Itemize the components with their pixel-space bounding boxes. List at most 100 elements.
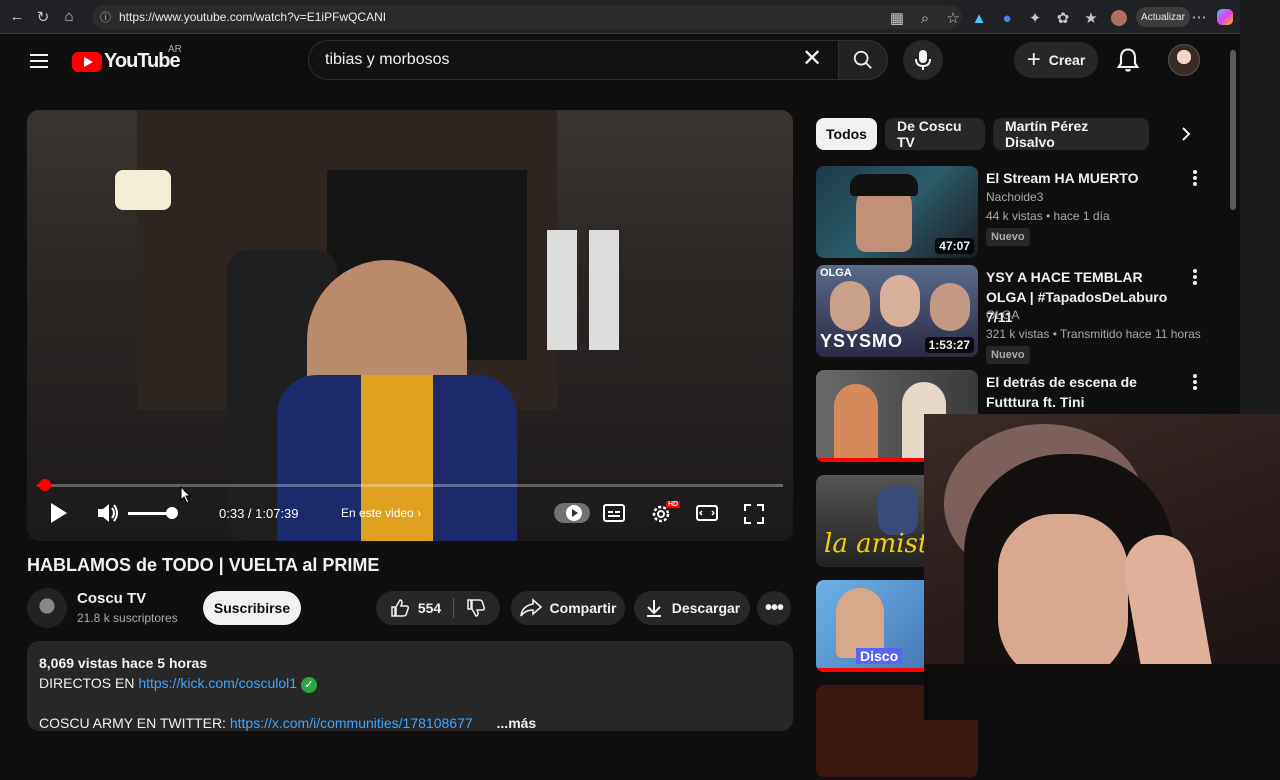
subtitles-button[interactable] <box>603 503 625 528</box>
video-player[interactable] <box>27 110 793 541</box>
clear-search-icon[interactable]: ✕ <box>798 44 826 74</box>
update-button[interactable]: Actualizar <box>1136 7 1190 27</box>
microphone-icon <box>915 50 931 70</box>
address-bar[interactable]: ⓘ https://www.youtube.com/watch?v=E1iPFw… <box>92 5 962 29</box>
back-icon[interactable]: ← <box>4 4 30 30</box>
show-more-link[interactable]: ...más <box>497 715 537 731</box>
chip-de-coscu-tv[interactable]: De Coscu TV <box>885 118 985 150</box>
zoom-icon[interactable]: ⌕ <box>912 5 938 31</box>
theater-mode-button[interactable] <box>696 503 718 528</box>
menu-icon[interactable] <box>30 50 48 72</box>
thumbnail-text: la amist <box>824 529 929 559</box>
description-line: COSCU ARMY EN TWITTER: https://x.com/i/c… <box>39 713 781 733</box>
thumbnail-cap <box>850 174 918 196</box>
chapters-button[interactable]: En este video › <box>341 506 421 520</box>
recommendation-item[interactable]: 47:07 El Stream HA MUERTO Nachoide3 44 k… <box>816 166 1212 261</box>
page-scrollbar[interactable] <box>1230 50 1236 210</box>
more-vertical-icon[interactable] <box>1190 168 1200 188</box>
thumbs-down-icon <box>467 599 486 617</box>
channel-avatar[interactable] <box>27 588 67 628</box>
progress-scrubber[interactable] <box>38 479 51 491</box>
account-avatar[interactable] <box>1168 44 1200 76</box>
settings-button[interactable]: HD <box>650 501 681 530</box>
channel-name[interactable]: Coscu TV <box>77 590 146 607</box>
like-button[interactable]: 554 <box>390 598 455 618</box>
rec-channel[interactable]: OLGA <box>986 308 1019 322</box>
download-label: Descargar <box>671 600 741 616</box>
more-vertical-icon[interactable] <box>1190 267 1200 287</box>
favorites-icon[interactable]: ★ <box>1078 5 1104 31</box>
subscribe-button[interactable]: Suscribirse <box>203 591 301 625</box>
twitter-link[interactable]: https://x.com/i/communities/178108677 <box>230 715 473 731</box>
like-dislike-group: 554 <box>376 591 500 625</box>
mute-button[interactable] <box>97 502 121 529</box>
youtube-logo-icon[interactable] <box>72 52 102 72</box>
more-vertical-icon[interactable] <box>1190 372 1200 392</box>
subscriber-count: 21.8 k suscriptores <box>77 611 178 625</box>
search-button[interactable] <box>838 40 888 80</box>
description-text: COSCU ARMY EN TWITTER: <box>39 715 230 731</box>
dislike-button[interactable] <box>454 598 486 618</box>
duration-badge: 1:53:27 <box>924 337 974 353</box>
search-input[interactable]: tibias y morbosos <box>308 40 838 80</box>
background-speaker <box>547 230 577 350</box>
chevron-right-icon[interactable] <box>1170 118 1202 150</box>
create-button[interactable]: + Crear <box>1014 42 1098 78</box>
rec-channel[interactable]: Nachoide3 <box>986 190 1043 204</box>
thumbnail-person <box>930 283 970 331</box>
rec-title[interactable]: El detrás de escena de Futttura ft. Tini <box>986 372 1186 412</box>
recommendation-item[interactable]: OLGA YSYSMO 1:53:27 YSY A HACE TEMBLAR O… <box>816 265 1212 364</box>
favorite-star-icon[interactable]: ☆ <box>940 5 966 31</box>
volume-knob[interactable] <box>166 507 178 519</box>
more-menu-icon[interactable]: ⋯ <box>1186 4 1212 30</box>
description-box[interactable]: 8,069 vistas hace 5 horas DIRECTOS EN ht… <box>27 641 793 731</box>
download-icon <box>646 600 661 617</box>
time-display: 0:33 / 1:07:39 <box>219 506 299 521</box>
copilot-icon[interactable] <box>1212 4 1238 30</box>
more-actions-button[interactable]: ••• <box>757 591 791 625</box>
chevron-right-icon: › <box>417 506 422 520</box>
volume-icon <box>98 504 118 522</box>
background-speaker <box>589 230 619 350</box>
url-text: https://www.youtube.com/watch?v=E1iPFwQC… <box>119 10 387 24</box>
video-thumbnail[interactable]: 47:07 <box>816 166 978 258</box>
thumbnail-tag: OLGA <box>820 267 852 279</box>
search-input-value: tibias y morbosos <box>325 51 450 68</box>
thumbnail-person <box>878 485 918 535</box>
fullscreen-icon <box>744 504 764 524</box>
region-code: AR <box>168 44 182 55</box>
extension-icon[interactable]: ▲ <box>966 5 992 31</box>
new-badge: Nuevo <box>986 228 1030 246</box>
chip-martin-perez-disalvo[interactable]: Martín Pérez Disalvo <box>993 118 1149 150</box>
chip-todos[interactable]: Todos <box>816 118 877 150</box>
search-icon <box>853 50 872 69</box>
browser-toolbar: ← ↻ ⌂ ⓘ https://www.youtube.com/watch?v=… <box>0 0 1240 34</box>
extensions-puzzle-icon[interactable]: ✦ <box>1022 5 1048 31</box>
rec-title[interactable]: El Stream HA MUERTO <box>986 168 1186 188</box>
webcam-face <box>998 514 1128 684</box>
home-icon[interactable]: ⌂ <box>56 4 82 30</box>
hd-badge: HD <box>666 501 681 508</box>
download-button[interactable]: Descargar <box>634 591 750 625</box>
site-info-icon[interactable]: ⓘ <box>100 9 111 25</box>
rec-meta: 44 k vistas • hace 1 día <box>986 209 1110 223</box>
profile-icon[interactable] <box>1106 5 1132 31</box>
video-thumbnail[interactable]: OLGA YSYSMO 1:53:27 <box>816 265 978 357</box>
app-icon[interactable]: ▦ <box>884 5 910 31</box>
mouse-cursor-icon <box>180 485 192 509</box>
play-button[interactable] <box>49 502 69 529</box>
performance-icon[interactable]: ✿ <box>1050 5 1076 31</box>
share-button[interactable]: Compartir <box>511 591 625 625</box>
fullscreen-button[interactable] <box>743 503 765 530</box>
kick-link[interactable]: https://kick.com/cosculol1 <box>138 675 297 691</box>
extension-icon[interactable]: ● <box>994 5 1020 31</box>
notifications-bell-icon[interactable] <box>1114 46 1142 74</box>
thumbnail-person <box>834 384 878 462</box>
progress-bar[interactable] <box>37 484 783 487</box>
view-stats: 8,069 vistas hace 5 horas <box>39 655 208 671</box>
voice-search-button[interactable] <box>903 40 943 80</box>
reload-icon[interactable]: ↻ <box>30 4 56 30</box>
webcam-clothing <box>924 664 1280 720</box>
thumbnail-text: Disco <box>856 648 903 664</box>
webcam-overlay <box>924 414 1280 720</box>
